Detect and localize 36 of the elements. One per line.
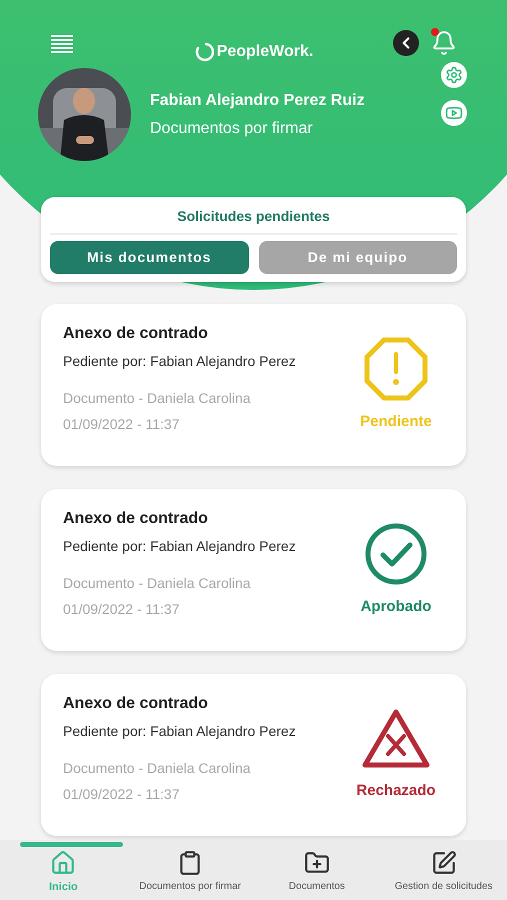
pending-by: Pediente por: Fabian Alejandro Perez bbox=[63, 536, 297, 556]
edit-icon bbox=[430, 850, 457, 876]
document-name: Documento - Daniela Carolina bbox=[63, 574, 252, 592]
pending-by: Pediente por: Fabian Alejandro Perez bbox=[63, 722, 297, 741]
logo-icon bbox=[194, 42, 214, 62]
card-title: Anexo de contrado bbox=[63, 694, 209, 714]
user-name: Fabian Alejandro Perez Ruiz bbox=[150, 90, 366, 110]
logo-text: PeopleWork. bbox=[216, 42, 314, 62]
document-name: Documento - Daniela Carolina bbox=[63, 388, 252, 408]
document-date: 01/09/2022 - 11:37 bbox=[63, 600, 181, 618]
document-card[interactable]: Anexo de contrado Pediente por: Fabian Alejandro Perez Documento - Daniela Carolina 01/09/2022 - 11:37 Rechazado bbox=[41, 674, 466, 836]
folder-plus-icon bbox=[304, 850, 330, 876]
document-name: Documento - Daniela Carolina bbox=[63, 758, 252, 778]
panel-title: Solicitudes pendientes bbox=[50, 206, 457, 235]
document-date: 01/09/2022 - 11:37 bbox=[63, 414, 181, 434]
card-title: Anexo de contrado bbox=[63, 508, 209, 528]
document-card[interactable]: Anexo de contrado Pediente por: Fabian Alejandro Perez Documento - Daniela Carolina 01/09/2022 - 11:37 Pendiente bbox=[41, 304, 466, 466]
status-label: Pendiente bbox=[360, 412, 432, 432]
pending-by: Pediente por: Fabian Alejandro Perez bbox=[63, 352, 297, 371]
card-title: Anexo de contrado bbox=[63, 324, 209, 344]
document-date: 01/09/2022 - 11:37 bbox=[63, 784, 181, 804]
document-card[interactable]: Anexo de contrado Pediente por: Fabian Alejandro Perez Documento - Daniela Carolina 01/09/2022 - 11:37 Aprobado bbox=[41, 489, 466, 651]
bell-icon[interactable] bbox=[431, 30, 457, 56]
settings-icon bbox=[445, 66, 463, 84]
nav-item[interactable]: Gestion de solicitudes bbox=[380, 840, 507, 900]
status-label: Aprobado bbox=[360, 596, 432, 617]
nav-item[interactable]: Documentos por firmar bbox=[126, 840, 254, 900]
menu-icon[interactable] bbox=[50, 35, 74, 53]
status-label: Rechazado bbox=[356, 780, 436, 801]
warning-octagon-icon bbox=[364, 336, 428, 401]
nav-item[interactable]: Documentos bbox=[254, 840, 380, 900]
check-circle-icon bbox=[364, 522, 428, 586]
tab[interactable]: Mis documentos bbox=[50, 241, 248, 274]
error-triangle-icon bbox=[361, 708, 431, 770]
home-icon bbox=[50, 850, 76, 876]
page-subtitle: Documentos por firmar bbox=[150, 118, 314, 138]
